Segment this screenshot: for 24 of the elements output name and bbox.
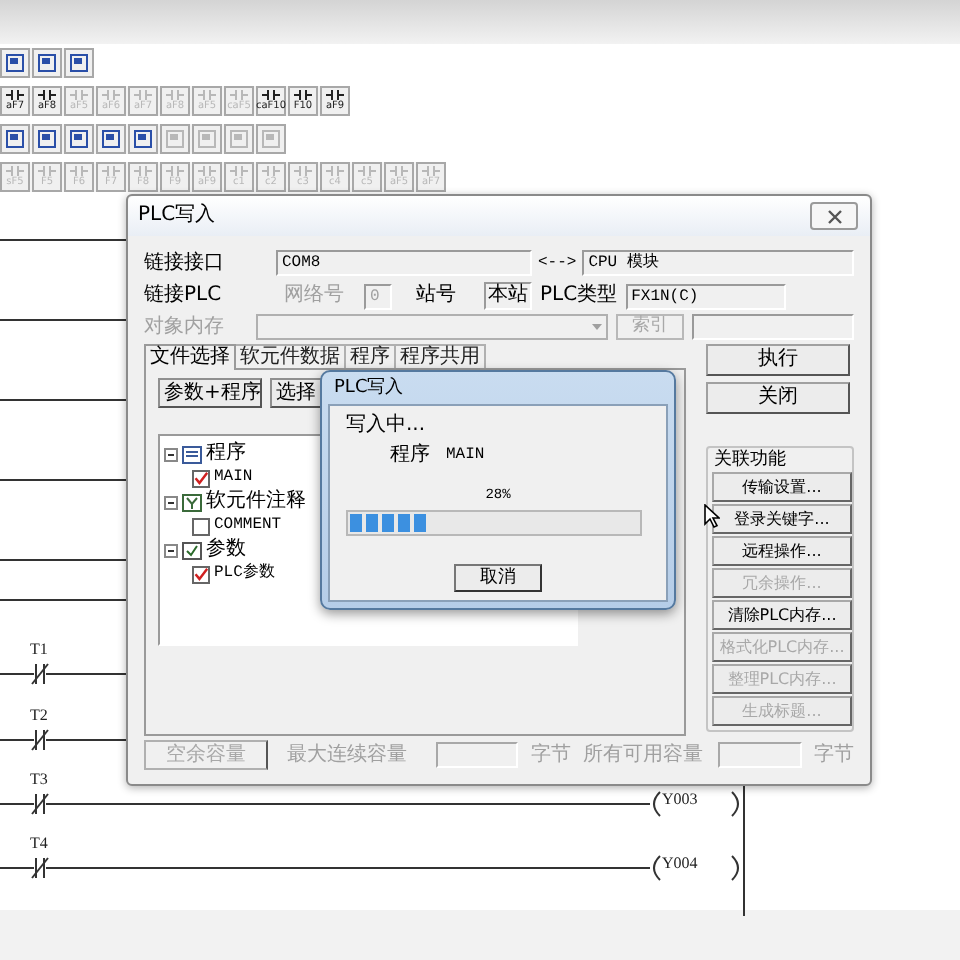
field-label: 链接接口	[144, 251, 226, 275]
station-value: 本站	[484, 282, 532, 310]
item-name: MAIN	[446, 446, 485, 466]
contact-label: T4	[30, 834, 48, 852]
field-label: 对象内存	[144, 315, 226, 339]
field-label: 所有可用容量	[582, 743, 703, 767]
connection-arrow: <-->	[538, 253, 577, 273]
coil-label: Y003	[662, 790, 698, 808]
field-label: PLC类型	[540, 284, 618, 308]
field-label: 字节	[530, 743, 571, 767]
contact-label: T3	[30, 770, 48, 788]
group-title: 关联功能	[714, 450, 786, 472]
field-label: 站号	[416, 284, 456, 308]
window-title: PLC写入	[332, 375, 406, 402]
field-label: 网络号	[284, 284, 344, 308]
field-label: 最大连续容量	[287, 743, 408, 767]
field-label: 链接PLC	[144, 284, 224, 308]
item-label: 程序	[390, 444, 430, 468]
field-label: 字节	[814, 743, 855, 767]
status-text: 写入中...	[346, 414, 428, 438]
coil-label: Y004	[662, 854, 698, 872]
contact-label: T2	[30, 706, 48, 724]
window-title: PLC写入	[138, 204, 216, 228]
contact-label: T1	[30, 640, 48, 658]
